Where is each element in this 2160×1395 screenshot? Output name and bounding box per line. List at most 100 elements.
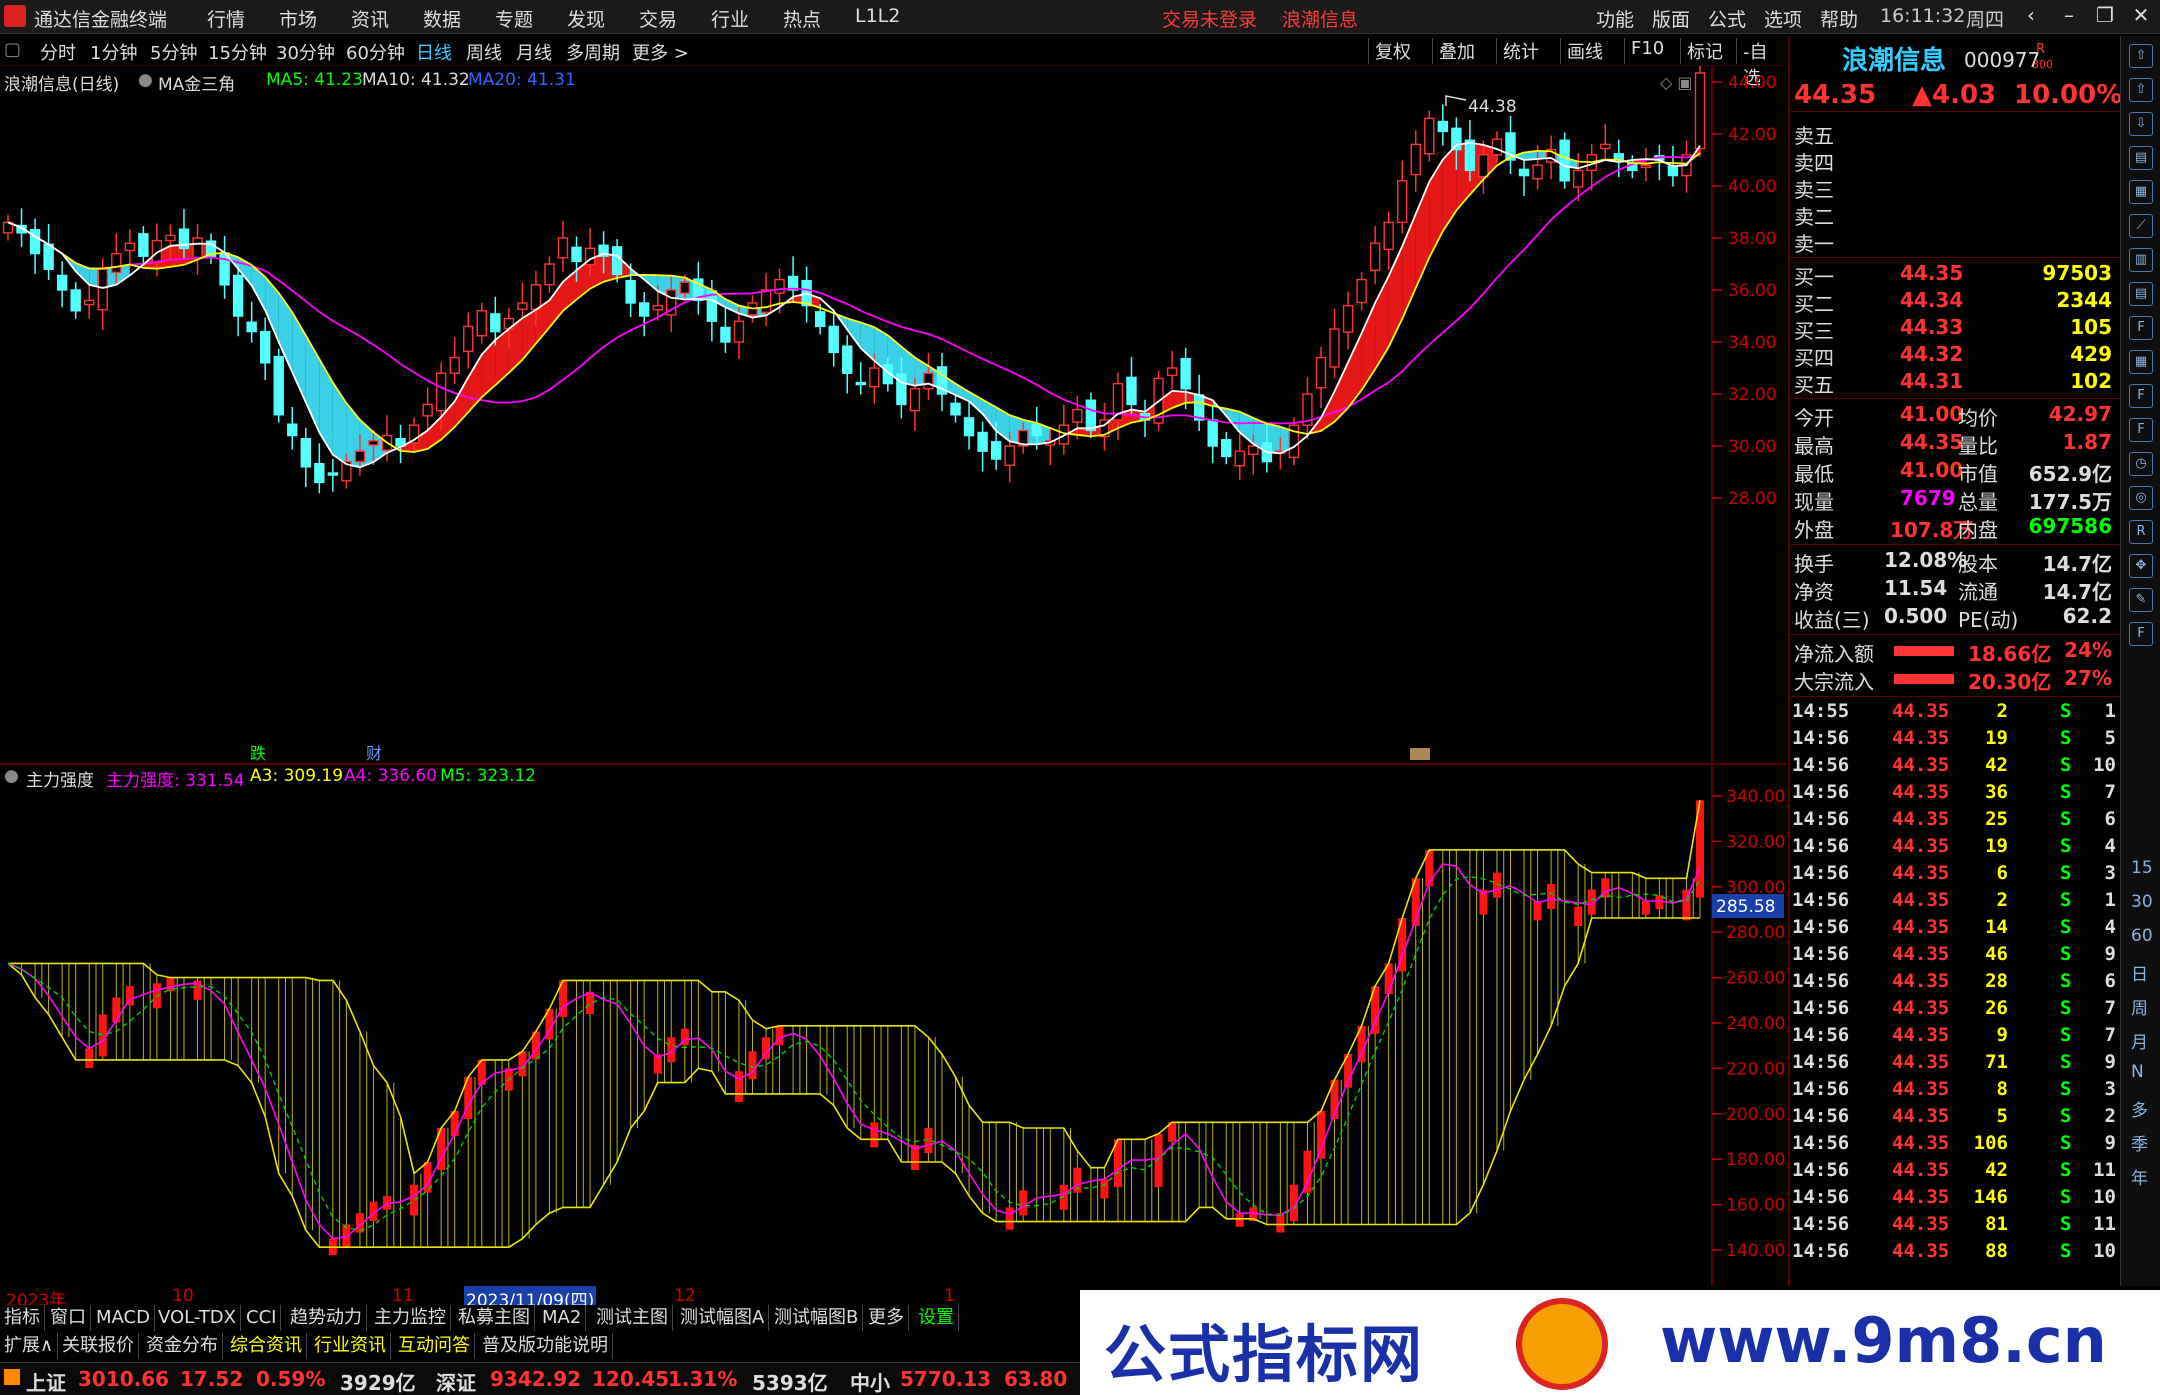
candle-body[interactable] — [1572, 169, 1584, 188]
candle-body[interactable] — [571, 246, 582, 263]
period-shortcut[interactable]: N — [2131, 1062, 2144, 1082]
menu-function[interactable]: 功能 — [1596, 5, 1634, 32]
period-shortcut[interactable]: 月 — [2131, 1028, 2148, 1053]
candle-body[interactable] — [1031, 423, 1042, 437]
fund-flow-row[interactable]: 净流入额 18.66亿 24% — [1790, 638, 2120, 666]
down-arrow-icon[interactable]: ⇧ — [2129, 78, 2153, 102]
candle-body[interactable] — [43, 243, 54, 270]
candle-body[interactable] — [814, 311, 826, 328]
candle-body[interactable] — [1166, 367, 1178, 376]
candle-body[interactable] — [300, 438, 311, 468]
indicator-tab[interactable]: 测试主图 — [592, 1305, 673, 1331]
candle-body[interactable] — [463, 325, 474, 353]
menu-topic[interactable]: 专题 — [495, 5, 533, 32]
candle-body[interactable] — [354, 450, 366, 463]
info-tab[interactable]: 行业资讯 — [310, 1333, 391, 1359]
candle-body[interactable] — [963, 417, 975, 437]
candle-body[interactable] — [1085, 399, 1097, 432]
draw-icon[interactable]: ✥ — [2129, 554, 2153, 578]
candle-body[interactable] — [1315, 356, 1327, 389]
ask-row[interactable]: 卖二 — [1790, 201, 2120, 229]
ask-row[interactable]: 卖一 — [1790, 228, 2120, 256]
back-icon[interactable]: ‹ — [2016, 3, 2046, 31]
candle-body[interactable] — [720, 326, 731, 343]
period-daily[interactable]: 日线 — [416, 39, 452, 65]
bid-row[interactable]: 买五 44.31 102 — [1790, 369, 2120, 397]
candle-body[interactable] — [449, 356, 460, 374]
restore-icon[interactable]: ❐ — [2090, 3, 2120, 31]
f1-icon[interactable]: ▦ — [2129, 350, 2153, 374]
candle-body[interactable] — [1072, 408, 1083, 423]
ask-row[interactable]: 卖四 — [1790, 147, 2120, 175]
indicator-tab[interactable]: 私募主图 — [454, 1305, 535, 1331]
candle-body[interactable] — [1559, 139, 1570, 182]
tool-f10[interactable]: F10 — [1624, 38, 1670, 64]
tool-unwatch[interactable]: -自选 — [1736, 38, 1786, 89]
period-monthly[interactable]: 月线 — [516, 39, 552, 65]
menu-formula[interactable]: 公式 — [1708, 5, 1746, 32]
candle-body[interactable] — [530, 284, 542, 310]
chart-settings-icon[interactable]: ◇ ▣ — [1660, 73, 1693, 92]
candle-body[interactable] — [652, 304, 663, 311]
indicator-tab[interactable]: 测试幅图B — [770, 1305, 864, 1331]
candle-body[interactable] — [435, 372, 447, 412]
calc-icon[interactable]: F — [2129, 316, 2153, 340]
info-tab[interactable]: 互动问答 — [394, 1333, 475, 1359]
candle-body[interactable] — [1694, 72, 1706, 150]
candle-body[interactable] — [1207, 419, 1218, 447]
candle-body[interactable] — [70, 289, 81, 312]
candle-body[interactable] — [855, 381, 866, 386]
candle-body[interactable] — [1464, 139, 1476, 172]
close-icon[interactable]: ✕ — [2126, 3, 2156, 31]
candle-body[interactable] — [1640, 164, 1652, 168]
menu-news[interactable]: 资讯 — [351, 5, 389, 32]
candle-body[interactable] — [869, 367, 880, 388]
menu-discover[interactable]: 发现 — [567, 5, 605, 32]
menu-help[interactable]: 帮助 — [1820, 5, 1858, 32]
trade-login-status[interactable]: 交易未登录 — [1162, 5, 1257, 32]
indicator-canvas[interactable]: 340.00320.00300.00280.00260.00240.00220.… — [0, 766, 1786, 1286]
period-shortcut[interactable]: 60 — [2131, 926, 2153, 946]
indicator-tab[interactable]: 更多 — [864, 1305, 909, 1331]
indicator-tab[interactable]: 测试幅图A — [676, 1305, 770, 1331]
period-weekly[interactable]: 周线 — [466, 39, 502, 65]
candle-body[interactable] — [1532, 164, 1543, 180]
candle-body[interactable] — [611, 246, 623, 276]
info-tab[interactable]: 综合资讯 — [226, 1333, 307, 1359]
period-1min[interactable]: 1分钟 — [90, 39, 137, 65]
candle-body[interactable] — [476, 310, 487, 337]
bid-row[interactable]: 买二 44.34 2344 — [1790, 288, 2120, 316]
bid-row[interactable]: 买一 44.35 97503 — [1790, 261, 2120, 289]
fund-flow-row[interactable]: 大宗流入 20.30亿 27% — [1790, 666, 2120, 694]
period-shortcut[interactable]: 多 — [2131, 1096, 2148, 1121]
candle-body[interactable] — [368, 440, 379, 446]
event-tag-finance[interactable]: 财 — [366, 744, 382, 763]
ask-row[interactable]: 卖五 — [1790, 120, 2120, 148]
candle-body[interactable] — [422, 403, 433, 417]
menu-hot[interactable]: 热点 — [783, 5, 821, 32]
indicator-tab[interactable]: VOL-TDX — [154, 1305, 241, 1331]
candle-body[interactable] — [638, 302, 650, 317]
candle-body[interactable] — [557, 237, 569, 259]
info-tab[interactable]: 普及版功能说明 — [478, 1333, 613, 1359]
kline-panel[interactable]: 浪潮信息(日线) ● MA金三角 MA5: 41.23 MA10: 41.32 … — [0, 66, 1786, 766]
period-shortcut[interactable]: 周 — [2131, 994, 2148, 1019]
menu-quote[interactable]: 行情 — [207, 5, 245, 32]
candle-body[interactable] — [1437, 120, 1449, 133]
candle-body[interactable] — [1126, 376, 1137, 406]
period-shortcut[interactable]: 日 — [2131, 960, 2148, 985]
candle-body[interactable] — [1248, 445, 1259, 456]
indicator-tab[interactable]: 主力监控 — [370, 1305, 451, 1331]
candle-body[interactable] — [97, 268, 108, 311]
menu-market[interactable]: 市场 — [279, 5, 317, 32]
candle-body[interactable] — [1180, 357, 1191, 390]
info-tab[interactable]: 关联报价 — [58, 1333, 139, 1359]
candle-body[interactable] — [490, 313, 501, 333]
menu-options[interactable]: 选项 — [1764, 5, 1802, 32]
candle-body[interactable] — [1383, 221, 1394, 251]
trend-icon[interactable]: ▦ — [2129, 180, 2153, 204]
candle-body[interactable] — [259, 330, 271, 364]
candle-body[interactable] — [896, 373, 907, 406]
candle-body[interactable] — [1518, 168, 1530, 177]
menu-trade[interactable]: 交易 — [639, 5, 677, 32]
